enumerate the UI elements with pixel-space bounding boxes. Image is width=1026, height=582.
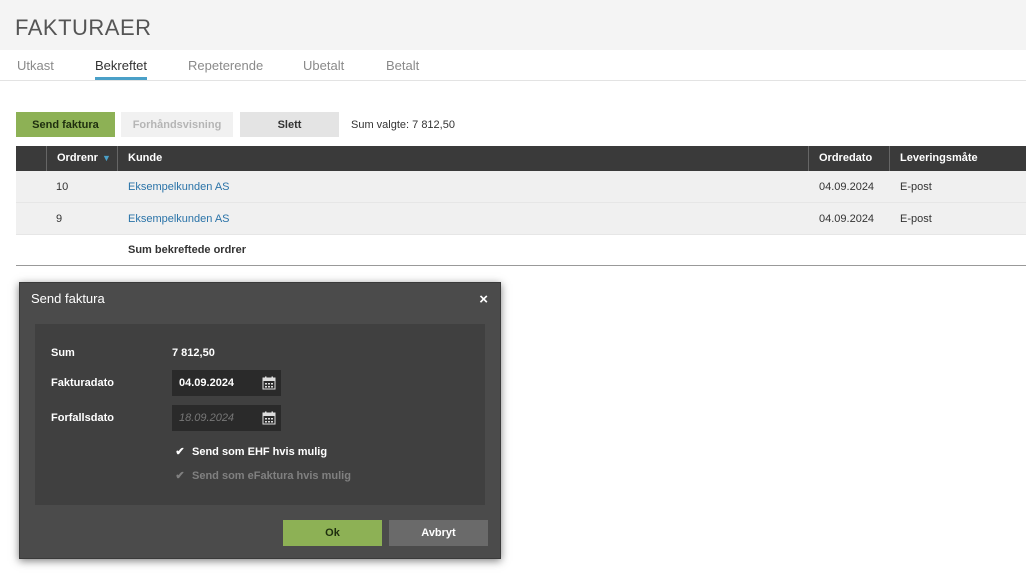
sum-confirmed-label: Sum bekreftede ordrer	[128, 244, 246, 256]
efaktura-label: Send som eFaktura hvis mulig	[192, 470, 351, 482]
cell-ordredato: 04.09.2024	[819, 181, 875, 193]
close-icon[interactable]: ×	[479, 291, 488, 308]
efaktura-checkbox-row[interactable]: ✔ Send som eFaktura hvis mulig	[174, 470, 351, 482]
cell-ordredato: 04.09.2024	[819, 213, 875, 225]
sum-value: 7 812,50	[172, 347, 215, 359]
cell-levering: E-post	[900, 181, 932, 193]
calendar-icon[interactable]	[262, 376, 276, 390]
table-header: Ordrenr ▼ Kunde Ordredato Leveringsmåte	[16, 146, 1026, 171]
tab-ubetalt[interactable]: Ubetalt	[303, 58, 344, 80]
checkmark-icon[interactable]: ✔	[174, 446, 186, 458]
page-title: FAKTURAER	[15, 15, 152, 40]
column-ordredato[interactable]: Ordredato	[808, 146, 889, 171]
column-ordrenr-label: Ordrenr	[57, 152, 98, 164]
calendar-icon[interactable]	[262, 411, 276, 425]
dialog-title: Send faktura	[31, 291, 105, 306]
tab-betalt[interactable]: Betalt	[386, 58, 419, 80]
column-kunde[interactable]: Kunde	[117, 146, 808, 171]
page-header: FAKTURAER	[0, 0, 1026, 50]
invoice-date-field[interactable]: 04.09.2024	[172, 370, 281, 396]
sum-selected-text: Sum valgte: 7 812,50	[351, 119, 455, 131]
sum-row: Sum bekreftede ordrer	[16, 235, 1026, 266]
cancel-button[interactable]: Avbryt	[389, 520, 488, 546]
invoice-date-label: Fakturadato	[51, 377, 114, 389]
send-invoice-button[interactable]: Send faktura	[16, 112, 115, 137]
sum-label: Sum	[51, 347, 75, 359]
cell-ordrenr: 10	[56, 181, 69, 193]
tab-bekreftet[interactable]: Bekreftet	[95, 58, 148, 80]
cell-ordrenr: 9	[56, 213, 63, 225]
customer-link[interactable]: Eksempelkunden AS	[128, 171, 230, 203]
ehf-checkbox-row[interactable]: ✔ Send som EHF hvis mulig	[174, 446, 327, 458]
tab-repeterende[interactable]: Repeterende	[188, 58, 263, 80]
tab-bar: Utkast Bekreftet Repeterende Ubetalt Bet…	[0, 50, 1026, 81]
preview-button[interactable]: Forhåndsvisning	[121, 112, 233, 137]
customer-link[interactable]: Eksempelkunden AS	[128, 203, 230, 235]
checkmark-icon[interactable]: ✔	[174, 470, 186, 482]
sort-down-icon: ▼	[101, 153, 111, 163]
ehf-label: Send som EHF hvis mulig	[192, 446, 328, 458]
dialog-body: Sum 7 812,50 Fakturadato 04.09.2024 Forf…	[35, 324, 485, 505]
due-date-label: Forfallsdato	[51, 412, 114, 424]
invoice-date-value: 04.09.2024	[179, 377, 235, 389]
ok-button[interactable]: Ok	[283, 520, 382, 546]
cell-levering: E-post	[900, 213, 932, 225]
table-row[interactable]: 9 Eksempelkunden AS 04.09.2024 E-post	[16, 203, 1026, 235]
due-date-value: 18.09.2024	[179, 412, 235, 424]
column-ordrenr[interactable]: Ordrenr ▼	[46, 146, 118, 171]
send-invoice-dialog: Send faktura × Sum 7 812,50 Fakturadato …	[19, 282, 501, 559]
delete-button[interactable]: Slett	[240, 112, 339, 137]
column-leveringsmate[interactable]: Leveringsmåte	[889, 146, 1026, 171]
due-date-field[interactable]: 18.09.2024	[172, 405, 281, 431]
table-row[interactable]: 10 Eksempelkunden AS 04.09.2024 E-post	[16, 171, 1026, 203]
tab-utkast[interactable]: Utkast	[17, 58, 54, 80]
